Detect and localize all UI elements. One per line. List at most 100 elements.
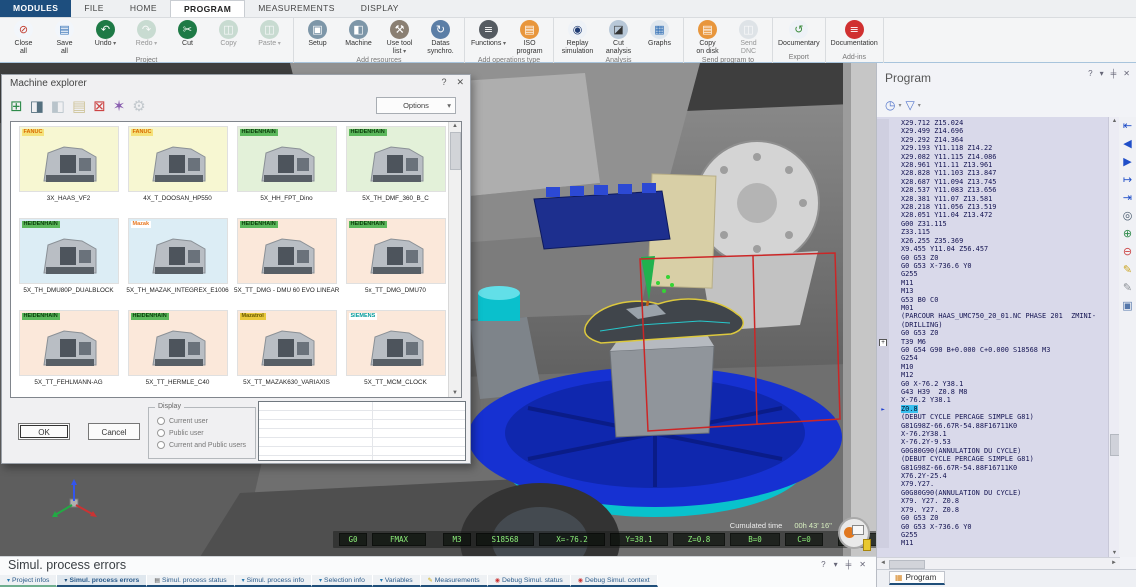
code-line[interactable]: ►+ M11 bbox=[877, 539, 1109, 547]
code-line[interactable]: ►+ G0 G53 X-736.6 Y0 bbox=[877, 262, 1109, 270]
code-line[interactable]: ►+ X29.499 Z14.696 bbox=[877, 127, 1109, 135]
filter-icon[interactable]: ▽ bbox=[906, 98, 921, 112]
code-line[interactable]: ►+ G0G80G90(ANNULATION DU CYCLE) bbox=[877, 447, 1109, 455]
run-to-cursor-icon[interactable]: ↦ bbox=[1123, 173, 1132, 186]
code-line[interactable]: ►+ X29.082 Y11.115 Z14.086 bbox=[877, 153, 1109, 161]
code-line[interactable]: ►+ G0 G53 Z0 bbox=[877, 514, 1109, 522]
machine-card-fpt-dino[interactable]: HEIDENHAIN 5X_HH_FPT_Dino bbox=[234, 126, 339, 216]
code-line[interactable]: ►+ X79.Y27. bbox=[877, 480, 1109, 488]
dropdown-icon[interactable]: ▾ bbox=[1100, 69, 1104, 78]
code-line[interactable]: ►+ X79. Y27. Z0.8 bbox=[877, 506, 1109, 514]
code-line[interactable]: ►+ G0 G54 G90 B+0.000 C+0.000 S18568 M3 bbox=[877, 346, 1109, 354]
paste-button[interactable]: ◫ Paste bbox=[249, 18, 290, 56]
tab-modules[interactable]: MODULES bbox=[0, 0, 71, 17]
machine-card-mazak630[interactable]: Mazatrol 5X_TT_MAZAK630_VARIAXIS bbox=[234, 310, 339, 398]
code-line[interactable]: ►+ G0 X-76.2 Y38.1 bbox=[877, 380, 1109, 388]
play-icon[interactable]: ▶ bbox=[1123, 155, 1131, 168]
code-line[interactable]: ►+ X-76.2Y-9.53 bbox=[877, 438, 1109, 446]
copy-button[interactable]: ◫ Copy bbox=[208, 18, 249, 56]
code-line[interactable]: ►+ G0 G53 X-736.6 Y0 bbox=[877, 523, 1109, 531]
code-line[interactable]: ►+ M01 bbox=[877, 304, 1109, 312]
delete-machine-icon[interactable]: ⊠ bbox=[93, 96, 106, 116]
code-line[interactable]: ►+ X79. Y27. Z0.8 bbox=[877, 497, 1109, 505]
code-line[interactable]: ►+ X-76.2Y38.1 bbox=[877, 430, 1109, 438]
dropdown-icon[interactable]: ▾ bbox=[834, 560, 838, 569]
send-dnc-button[interactable]: ◫ Send DNC bbox=[728, 18, 769, 56]
tab-project-infos[interactable]: ▾ Project infos bbox=[0, 575, 57, 587]
edit-icon[interactable]: ✎ bbox=[1123, 281, 1132, 294]
help-icon[interactable]: ? bbox=[441, 77, 446, 88]
add-bookmark-icon[interactable]: ⊕ bbox=[1123, 227, 1132, 240]
code-line[interactable]: ►+ X28.537 Y11.083 Z13.656 bbox=[877, 186, 1109, 194]
close-all-button[interactable]: ⊘ Close all bbox=[3, 18, 44, 56]
help-icon[interactable]: ? bbox=[1088, 69, 1092, 78]
cut-analysis-button[interactable]: ◪ Cut analysis bbox=[598, 18, 639, 56]
cut-button[interactable]: ✂ Cut bbox=[167, 18, 208, 56]
remove-bookmark-icon[interactable]: ⊖ bbox=[1123, 245, 1132, 258]
code-line[interactable]: ►+ X29.292 Z14.364 bbox=[877, 136, 1109, 144]
import-machine-icon[interactable]: ◨ bbox=[30, 96, 44, 116]
machine-card-dmf-360[interactable]: HEIDENHAIN 5X_TH_DMF_360_B_C bbox=[343, 126, 448, 216]
program-tab[interactable]: ▦ Program bbox=[889, 571, 945, 585]
documentation-button[interactable]: ≡ Documentation bbox=[829, 18, 880, 53]
radio-public-user[interactable]: Public user bbox=[157, 427, 255, 439]
gcode-listing[interactable]: ►+ X29.712 Z15.024 ►+ X29.499 Z14.696 ►+… bbox=[877, 117, 1120, 557]
go-to-end-icon[interactable]: ⇥ bbox=[1123, 191, 1132, 204]
machine-card-haas-vf2[interactable]: FANUC 3X_HAAS_VF2 bbox=[16, 126, 121, 216]
code-line[interactable]: ►+ X26.255 Z35.369 bbox=[877, 237, 1109, 245]
undo-button[interactable]: ↶ Undo bbox=[85, 18, 126, 56]
code-line[interactable]: ►+ G53 B0 C0 bbox=[877, 296, 1109, 304]
code-line[interactable]: ►+ G0G80G90(ANNULATION DU CYCLE) bbox=[877, 489, 1109, 497]
code-line[interactable]: ►+ G0 G53 Z0 bbox=[877, 329, 1109, 337]
code-line[interactable]: ►+ X29.193 Y11.118 Z14.22 bbox=[877, 144, 1109, 152]
record-button[interactable] bbox=[838, 517, 870, 549]
code-line[interactable]: ►+ G81G98Z-66.67R-54.88F16711K0 bbox=[877, 464, 1109, 472]
close-icon[interactable]: ✕ bbox=[1123, 69, 1130, 78]
machine-card-hermle-c40[interactable]: HEIDENHAIN 5X_TT_HERMLE_C40 bbox=[125, 310, 230, 398]
machine-card-mcm-clock[interactable]: SIEMENS 5X_TT_MCM_CLOCK bbox=[343, 310, 448, 398]
code-line[interactable]: ►+ X76.2Y-25.4 bbox=[877, 472, 1109, 480]
code-line[interactable]: ►+ Z33.115 bbox=[877, 228, 1109, 236]
code-line[interactable]: ►+ (DEBUT CYCLE PERCAGE SIMPLE G81) bbox=[877, 455, 1109, 463]
code-line[interactable]: ►+ G0 G53 Z0 bbox=[877, 254, 1109, 262]
save-all-button[interactable]: ▤ Save all bbox=[44, 18, 85, 56]
code-line[interactable]: ►+ G255 bbox=[877, 531, 1109, 539]
search-icon[interactable]: ◎ bbox=[1123, 209, 1133, 222]
code-line[interactable]: ►+ (DEBUT CYCLE PERCAGE SIMPLE G81) bbox=[877, 413, 1109, 421]
code-line[interactable]: ►+ X28.218 Y11.056 Z13.519 bbox=[877, 203, 1109, 211]
code-line[interactable]: ►+ G254 bbox=[877, 354, 1109, 362]
tab-simul-process-info[interactable]: ▾ Simul. process info bbox=[235, 575, 312, 587]
ok-button[interactable]: OK bbox=[18, 423, 70, 440]
machine-card-mazak-integrex[interactable]: Mazak 5X_TH_MAZAK_INTEGREX_E1006 bbox=[125, 218, 230, 308]
code-line[interactable]: ►+ X28.381 Y11.07 Z13.581 bbox=[877, 195, 1109, 203]
code-line[interactable]: ►+ G81G98Z-66.67R-54.88F16711K0 bbox=[877, 422, 1109, 430]
machine-card-fehlmann[interactable]: HEIDENHAIN 5X_TT_FEHLMANN-AG bbox=[16, 310, 121, 398]
tab-measurements[interactable]: MEASUREMENTS bbox=[245, 0, 348, 17]
machine-card-dmu60-evo[interactable]: HEIDENHAIN 5X_TT_DMG - DMU 60 EVO LINEAR bbox=[234, 218, 339, 308]
code-line[interactable]: ►+ M10 bbox=[877, 363, 1109, 371]
new-machine-icon[interactable]: ⊞ bbox=[10, 96, 23, 116]
machine-list-scrollbar[interactable]: ▲▼ bbox=[448, 122, 461, 397]
tab-measurements[interactable]: ✎ Measurements bbox=[421, 575, 488, 587]
machine-card-doosan-hp550[interactable]: FANUC 4X_T_DOOSAN_HP550 bbox=[125, 126, 230, 216]
replay-simulation-button[interactable]: ◉ Replay simulation bbox=[557, 18, 598, 56]
code-line[interactable]: ►+ T39 M6 bbox=[877, 338, 1109, 346]
close-icon[interactable]: ✕ bbox=[456, 77, 464, 88]
help-icon[interactable]: ? bbox=[821, 560, 825, 569]
radio-current-and-public-users[interactable]: Current and Public users bbox=[157, 439, 255, 451]
edit-new-icon[interactable]: ✎ bbox=[1123, 263, 1132, 276]
code-line[interactable]: ►+ G00 Z31.115 bbox=[877, 220, 1109, 228]
code-line[interactable]: ►+ M11 bbox=[877, 279, 1109, 287]
options-dropdown[interactable]: Options bbox=[376, 97, 456, 114]
machine-settings-icon[interactable]: ⚙ bbox=[132, 96, 145, 116]
import-machine-alt-icon[interactable]: ◧ bbox=[51, 96, 65, 116]
tab-debug-simul-status[interactable]: ◉ Debug Simul. status bbox=[488, 575, 571, 587]
tab-file[interactable]: FILE bbox=[71, 0, 117, 17]
machine-card-dmu80p[interactable]: HEIDENHAIN 5X_TH_DMU80P_DUALBLOCK bbox=[16, 218, 121, 308]
documentary-button[interactable]: ↺ Documentary bbox=[776, 18, 822, 53]
code-line[interactable]: ►+ (DRILLING) bbox=[877, 321, 1109, 329]
tab-display[interactable]: DISPLAY bbox=[348, 0, 412, 17]
tab-selection-info[interactable]: ▾ Selection info bbox=[312, 575, 373, 587]
magic-wand-icon[interactable]: ✶ bbox=[113, 96, 126, 116]
machine-card-dmu70[interactable]: HEIDENHAIN 5x_TT_DMG_DMU70 bbox=[343, 218, 448, 308]
